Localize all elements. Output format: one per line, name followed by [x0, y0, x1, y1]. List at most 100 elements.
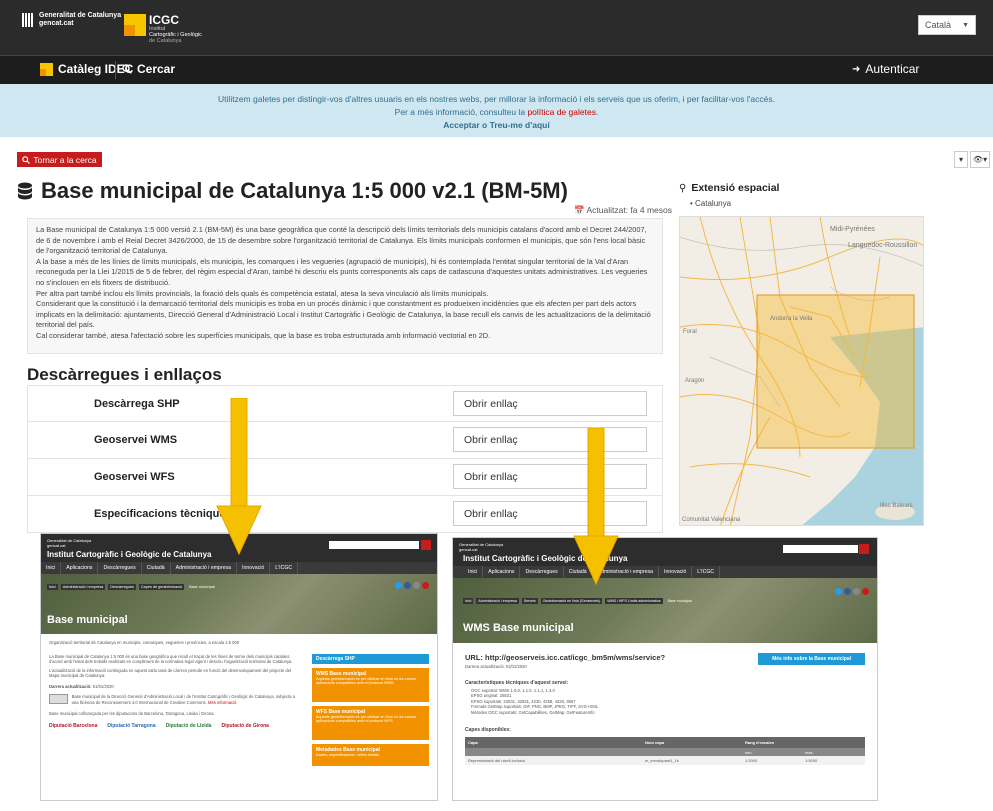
cookie-line2-suffix: .	[595, 107, 599, 117]
inset1-nav-item[interactable]: Innovació	[237, 562, 271, 574]
nav-divider	[115, 61, 116, 79]
back-to-search-button[interactable]: Tornar a la cerca	[17, 152, 102, 167]
page-title: Base municipal de Catalunya 1:5 000 v2.1…	[17, 178, 568, 204]
inset1-hero: Inici Administració i empresa Descàrregues…	[41, 574, 437, 634]
icgc-square-icon	[124, 14, 146, 36]
twitter-icon[interactable]	[395, 582, 402, 589]
inset2-search-input[interactable]	[783, 545, 858, 553]
inset1-nav-item[interactable]: Ciutadà	[142, 562, 171, 574]
inset1-nav-item[interactable]: Administració i empresa	[171, 562, 238, 574]
inset2-social	[835, 588, 869, 595]
inset2-tech-list: OGC suportat: WMS 1.0.0, 1.1.0, 1.1.1, 1…	[465, 688, 865, 716]
inset2-nav-item[interactable]: Descàrregues	[520, 566, 564, 578]
inset1-nav-item[interactable]: Inici	[41, 562, 62, 574]
inset1-crumb[interactable]: Descàrregues	[108, 584, 136, 590]
inset1-search-input[interactable]	[329, 541, 419, 549]
share-icon[interactable]	[422, 582, 429, 589]
inset2-crumb[interactable]: Serveis	[521, 598, 538, 604]
inset1-nav-item[interactable]: Aplicacions	[61, 562, 99, 574]
eye-icon: 👁▾	[972, 155, 988, 164]
icgc-title: ICGC	[149, 13, 179, 27]
updated-label: 📅 Actualitzat: fa 4 mesos	[574, 205, 672, 216]
share-icon[interactable]	[862, 588, 869, 595]
inset2-subcol-header: màx.	[805, 749, 814, 755]
inset1-site-title: Institut Cartogràfic i Geològic de Catal…	[47, 550, 212, 559]
inset1-hero-title: Base municipal	[47, 614, 128, 626]
inset1-side-metadata[interactable]: Metadades Base municipal Dades, especific…	[311, 743, 429, 766]
language-select[interactable]: Català ▼	[918, 15, 976, 35]
email-icon[interactable]	[413, 582, 420, 589]
inset1-side-wfs[interactable]: WFS Base municipal Aquests geoinformació …	[311, 705, 429, 740]
view-options-button[interactable]: 👁▾	[970, 151, 990, 168]
inset2-nav-item[interactable]: Aplicacions	[483, 566, 521, 578]
diputacio-girona-logo: Diputació de Girona	[221, 722, 269, 729]
inset2-crumb[interactable]: WMS i WFS Límits administratius	[605, 598, 663, 604]
inset2-col-header: Nom capa	[645, 740, 665, 745]
download-label: Geoservei WMS	[94, 434, 178, 446]
inset2-nav-item[interactable]: L'ICGC	[692, 566, 721, 578]
nav-login-label: Autenticar	[865, 62, 920, 76]
inset2-last: Darrera actualització: 01/01/2020	[465, 664, 527, 669]
inset2-layers-title: Capes disponibles:	[465, 727, 511, 733]
map-svg: Midi-Pyrénées Languedoc-Roussillon Foral…	[680, 217, 923, 525]
diputacio-lleida-logo: Diputació de Lleida	[165, 722, 212, 729]
search-icon	[22, 155, 31, 164]
login-icon: ➜	[852, 63, 861, 75]
inset2-search-icon[interactable]	[859, 544, 869, 554]
open-link-button[interactable]: Obrir enllaç	[453, 391, 647, 416]
page-title-text: Base municipal de Catalunya 1:5 000 v2.1…	[41, 178, 568, 203]
map-label: Foral	[683, 329, 697, 335]
nav-catalog[interactable]: Catàleg IDEC	[40, 62, 133, 76]
inset1-crumb[interactable]: Inici	[47, 584, 58, 590]
download-row: Geoservei WMS Obrir enllaç	[27, 422, 663, 459]
inset1-side-wms[interactable]: WMS Base municipal Aquests geoinformació …	[311, 667, 429, 702]
icgc-logo[interactable]: ICGC Institut Cartogràfic i Geològic de …	[124, 14, 202, 44]
inset2-col-header: Rang d'escales	[745, 740, 774, 745]
inset2-hero-title: WMS Base municipal	[463, 622, 574, 634]
inset1-license-text: Base municipal de la Direcció General d'…	[71, 694, 295, 705]
inset1-side-shp[interactable]: Descàrrega SHP	[311, 653, 429, 664]
database-icon	[18, 182, 32, 200]
inset1-crumb[interactable]: Capes de geoinformació	[138, 584, 185, 590]
gencat-bars-icon	[22, 13, 33, 27]
cookie-line2-prefix: Per a més informació, consulteu la	[394, 107, 526, 117]
inset2-layers-table: Capa Nom capa Rang d'escales min. màx. Repr…	[465, 737, 865, 765]
inset2-url[interactable]: URL: http://geoserveis.icc.cat/icgc_bm5m…	[465, 653, 665, 662]
inset2-more-info-button[interactable]: Més info sobre la Base municipal	[758, 653, 865, 665]
inset2-nav-item[interactable]: Inici	[463, 566, 484, 578]
inset2-brand2: gencat.cat	[459, 547, 478, 552]
inset1-p2: L'actualització de la informació conting…	[49, 667, 291, 679]
caret-button[interactable]: ▾	[954, 151, 968, 168]
inset1-brand2: gencat.cat	[47, 543, 66, 548]
updated-text: Actualitzat: fa 4 mesos	[586, 205, 673, 215]
inset1-nav: Inici Aplicacions Descàrregues Ciutadà Admin…	[41, 562, 437, 574]
inset1-nav-item[interactable]: Descàrregues	[98, 562, 142, 574]
inset2-crumb[interactable]: Inici	[463, 598, 474, 604]
inset2-crumb[interactable]: Geoinformació en línia (Geoserveis)	[540, 598, 603, 604]
extent-map[interactable]: Midi-Pyrénées Languedoc-Roussillon Foral…	[679, 216, 924, 526]
email-icon[interactable]	[853, 588, 860, 595]
inset1-more-link[interactable]: Més informació	[208, 700, 236, 705]
back-to-search-label: Tornar a la cerca	[33, 154, 97, 165]
inset2-crumb[interactable]: Administració i empresa	[476, 598, 519, 604]
cookie-actions: Acceptar o Treu-me d'aquí	[0, 119, 993, 132]
download-label: Geoservei WFS	[94, 471, 175, 483]
inset2-nav-item[interactable]: Innovació	[659, 566, 693, 578]
cookie-accept-link[interactable]: Acceptar	[443, 120, 479, 130]
facebook-icon[interactable]	[404, 582, 411, 589]
diputacio-tarragona-logo: Diputació Tarragona	[107, 722, 156, 729]
gencat-logo[interactable]: Generalitat de Catalunya gencat.cat	[22, 12, 121, 28]
language-value: Català	[925, 20, 952, 30]
catalog-icon	[40, 62, 53, 76]
twitter-icon[interactable]	[835, 588, 842, 595]
inset1-nav-item[interactable]: L'ICGC	[270, 562, 299, 574]
inset1-search-icon[interactable]	[421, 540, 431, 550]
nav-search[interactable]: Cercar	[122, 62, 175, 76]
extent-item-text: Catalunya	[695, 199, 732, 208]
cookie-remove-link[interactable]: Treu-me d'aquí	[490, 120, 550, 130]
inset1-crumb[interactable]: Administració i empresa	[60, 584, 106, 590]
extent-title: ⚲ Extensió espacial	[679, 182, 779, 194]
cookie-policy-link[interactable]: política de galetes	[527, 107, 596, 117]
nav-login[interactable]: ➜ Autenticar	[852, 62, 919, 76]
facebook-icon[interactable]	[844, 588, 851, 595]
